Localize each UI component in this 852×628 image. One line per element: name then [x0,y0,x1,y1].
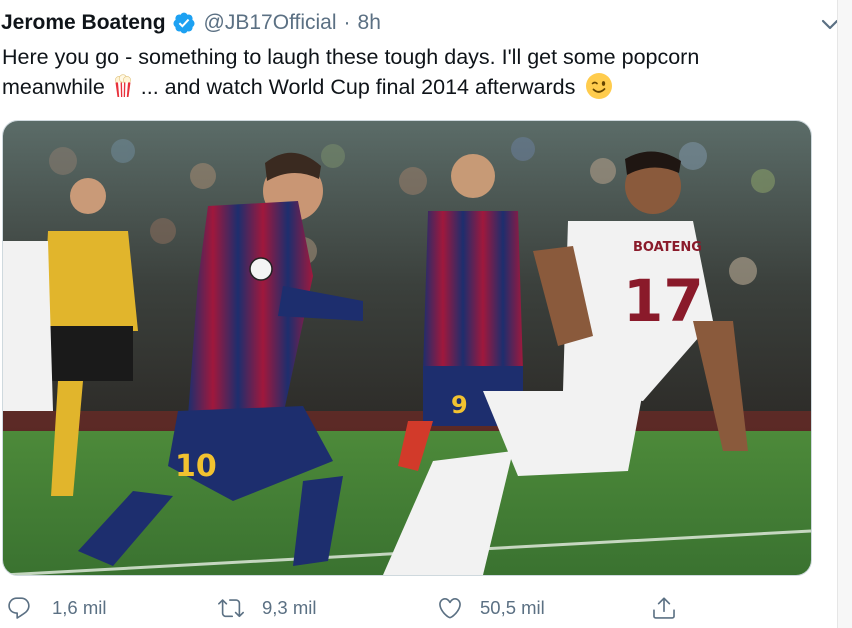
retweet-count: 9,3 mil [262,597,317,618]
author-name[interactable]: Jerome Boateng [1,6,166,40]
tweet-photo[interactable]: 10 9 BOATENG 17 [2,120,812,576]
tweet-header: Jerome Boateng @JB17Official · 8h [0,6,820,40]
messi-shirt-number: 10 [175,449,217,484]
reply-icon [8,597,30,619]
suarez-shirt-number: 9 [451,391,468,419]
share-icon [653,597,675,619]
meta-separator: · [343,11,351,34]
football-match-photo: 10 9 BOATENG 17 [3,121,811,575]
reply-button[interactable]: 1,6 mil [6,590,107,626]
page-scrollbar[interactable] [837,0,852,628]
tweet[interactable]: Jerome Boateng @JB17Official · 8h Here y… [0,0,852,628]
tweet-timestamp[interactable]: 8h [358,6,381,40]
share-button[interactable] [651,590,677,626]
tweet-text-line-1: Here you go - something to laugh these t… [2,45,700,69]
winking-face-emoji-icon [585,72,613,100]
boateng-shirt-name: BOATENG [633,240,702,255]
tweet-text-segment-a: meanwhile [2,75,105,99]
tweet-actions: 1,6 mil 9,3 mil 50,5 mil [0,590,820,626]
retweet-icon [218,599,244,618]
tweet-text-line-2: meanwhile ... and watch World Cup final … [2,72,822,102]
heart-icon [439,597,461,619]
boateng-shirt-number: 17 [623,267,704,335]
reply-count: 1,6 mil [52,597,107,618]
retweet-button[interactable]: 9,3 mil [218,590,317,626]
tweet-text: Here you go - something to laugh these t… [2,42,822,102]
tweet-text-segment-b: ... and watch World Cup final 2014 after… [140,75,576,99]
author-handle[interactable]: @JB17Official [204,6,337,40]
verified-badge-icon [172,11,196,35]
popcorn-emoji-icon [111,74,135,98]
like-count: 50,5 mil [480,597,545,618]
like-button[interactable]: 50,5 mil [437,590,545,626]
